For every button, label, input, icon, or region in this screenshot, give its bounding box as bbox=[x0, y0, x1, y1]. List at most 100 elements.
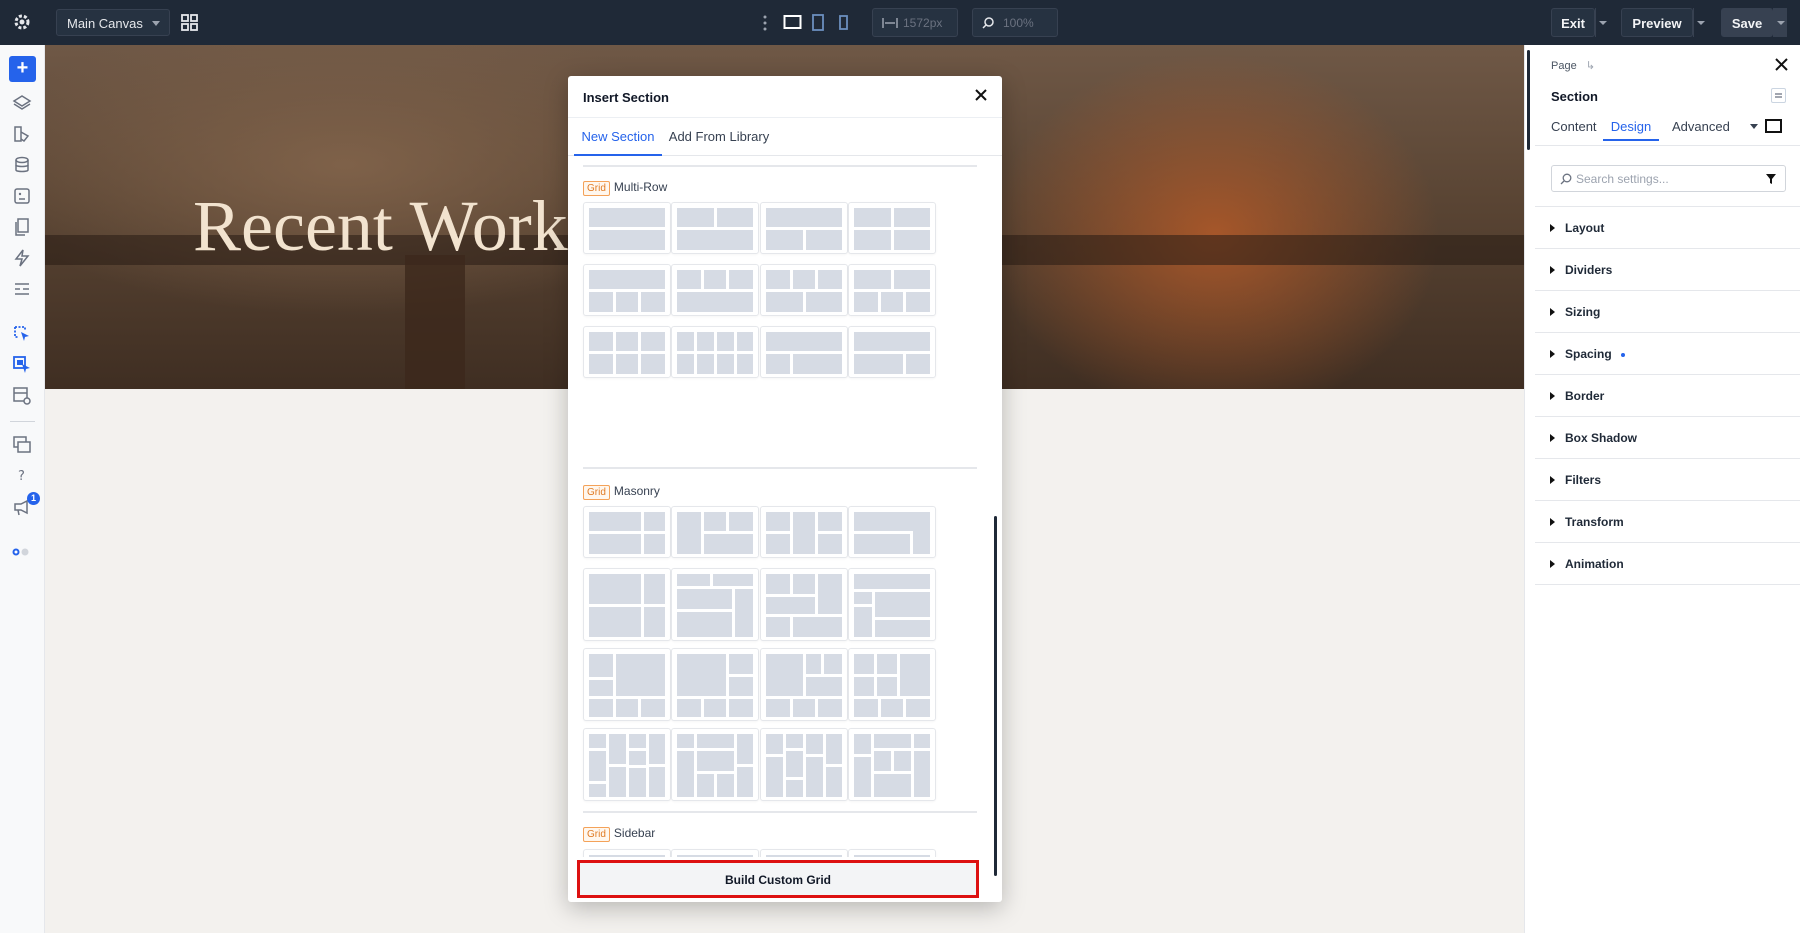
sidebar-layout-option[interactable] bbox=[583, 849, 671, 857]
settings-group-sizing[interactable]: Sizing bbox=[1535, 291, 1800, 333]
tab-content[interactable]: Content bbox=[1551, 111, 1597, 141]
presets-icon[interactable] bbox=[12, 124, 32, 144]
breadcrumb[interactable]: Page ↳ bbox=[1551, 59, 1595, 72]
database-icon[interactable] bbox=[12, 155, 32, 175]
masonry-layout-option[interactable] bbox=[760, 728, 848, 801]
multi-row-layout-option[interactable] bbox=[671, 326, 759, 378]
masonry-layout-option[interactable] bbox=[848, 648, 936, 721]
settings-group-label: Transform bbox=[1565, 515, 1624, 529]
desktop-view-icon[interactable] bbox=[783, 13, 802, 32]
settings-group-transform[interactable]: Transform bbox=[1535, 501, 1800, 543]
more-options-icon[interactable] bbox=[762, 14, 768, 32]
breakpoint-desktop-icon[interactable] bbox=[1765, 119, 1782, 133]
multi-row-layout-option[interactable] bbox=[583, 202, 671, 254]
help-icon[interactable]: ? bbox=[12, 465, 32, 485]
settings-group-border[interactable]: Border bbox=[1535, 375, 1800, 417]
top-toolbar: Main Canvas 1572px 100% Exit Preview Sav… bbox=[0, 0, 1800, 45]
preview-button[interactable]: Preview bbox=[1621, 8, 1693, 37]
masonry-layout-option[interactable] bbox=[671, 568, 759, 641]
exit-button[interactable]: Exit bbox=[1551, 8, 1595, 37]
hero-title[interactable]: Recent Work bbox=[193, 185, 568, 268]
close-panel-icon[interactable] bbox=[1775, 58, 1788, 71]
grid-tag: Grid bbox=[583, 181, 610, 196]
sidebar-layout-option[interactable] bbox=[760, 849, 848, 857]
multi-row-layout-option[interactable] bbox=[848, 326, 936, 378]
layout-thumbnail-icon bbox=[766, 332, 842, 374]
masonry-layout-option[interactable] bbox=[583, 648, 671, 721]
multi-row-layout-option[interactable] bbox=[848, 264, 936, 316]
settings-group-spacing[interactable]: Spacing bbox=[1535, 333, 1800, 375]
tab-design[interactable]: Design bbox=[1603, 111, 1659, 141]
tablet-view-icon[interactable] bbox=[811, 13, 825, 32]
filter-icon[interactable] bbox=[1765, 173, 1777, 185]
preview-dropdown-icon[interactable] bbox=[1693, 8, 1707, 37]
canvas-select[interactable]: Main Canvas bbox=[56, 9, 170, 36]
interactions-bolt-icon[interactable] bbox=[12, 248, 32, 268]
multi-row-layout-option[interactable] bbox=[760, 326, 848, 378]
layout-thumbnail-icon bbox=[854, 332, 930, 374]
layout-thumbnail-icon bbox=[766, 208, 842, 250]
layout-thumbnail-icon bbox=[589, 270, 665, 312]
layers-icon[interactable] bbox=[12, 93, 32, 113]
sidebar-layout-option[interactable] bbox=[848, 849, 936, 857]
masonry-layout-option[interactable] bbox=[760, 506, 848, 558]
settings-group-layout[interactable]: Layout bbox=[1535, 207, 1800, 249]
masonry-layout-option[interactable] bbox=[583, 728, 671, 801]
zoom-search-icon bbox=[982, 17, 994, 29]
zoom-field[interactable]: 100% bbox=[972, 8, 1058, 37]
template-settings-icon[interactable] bbox=[12, 386, 32, 406]
build-custom-grid-button[interactable]: Build Custom Grid bbox=[577, 860, 979, 898]
add-element-button[interactable]: + bbox=[9, 56, 36, 82]
search-settings-input[interactable]: Search settings... bbox=[1551, 165, 1786, 192]
masonry-layout-option[interactable] bbox=[583, 568, 671, 641]
grid-view-icon[interactable] bbox=[181, 14, 198, 31]
masonry-layout-option[interactable] bbox=[760, 648, 848, 721]
select-element-icon[interactable] bbox=[12, 324, 32, 344]
masonry-layout-option[interactable] bbox=[760, 568, 848, 641]
panel-resize-handle[interactable] bbox=[1527, 50, 1530, 150]
windows-icon[interactable] bbox=[12, 435, 32, 455]
tab-new-section[interactable]: New Section bbox=[574, 118, 662, 156]
breadcrumb-page[interactable]: Page bbox=[1551, 60, 1577, 72]
layout-thumbnail-icon bbox=[854, 270, 930, 312]
multi-row-layout-option[interactable] bbox=[583, 326, 671, 378]
sidebar-layout-option[interactable] bbox=[671, 849, 759, 857]
element-options-icon[interactable] bbox=[1771, 88, 1786, 103]
settings-gear-icon[interactable] bbox=[12, 12, 32, 32]
multi-select-icon[interactable] bbox=[12, 355, 32, 375]
tab-advanced[interactable]: Advanced bbox=[1672, 111, 1730, 141]
settings-group-animation[interactable]: Animation bbox=[1535, 543, 1800, 585]
chevron-down-icon[interactable] bbox=[1750, 124, 1758, 129]
pages-icon[interactable] bbox=[12, 217, 32, 237]
mode-toggle-icon[interactable] bbox=[12, 542, 32, 562]
multi-row-layout-option[interactable] bbox=[760, 202, 848, 254]
multi-row-layout-option[interactable] bbox=[760, 264, 848, 316]
multi-row-layout-option[interactable] bbox=[848, 202, 936, 254]
tab-add-from-library[interactable]: Add From Library bbox=[668, 118, 770, 156]
settings-group-box-shadow[interactable]: Box Shadow bbox=[1535, 417, 1800, 459]
settings-group-dividers[interactable]: Dividers bbox=[1535, 249, 1800, 291]
multi-row-layout-option[interactable] bbox=[671, 264, 759, 316]
multi-row-layout-option[interactable] bbox=[583, 264, 671, 316]
save-dropdown-icon[interactable] bbox=[1773, 8, 1787, 37]
phone-view-icon[interactable] bbox=[838, 13, 849, 32]
layout-list[interactable]: Grid Multi-Row Grid Masonry Grid Sidebar bbox=[568, 157, 1002, 857]
grid-tag: Grid bbox=[583, 485, 610, 500]
variables-icon[interactable] bbox=[12, 186, 32, 206]
save-button[interactable]: Save bbox=[1721, 8, 1773, 37]
masonry-layout-option[interactable] bbox=[671, 728, 759, 801]
masonry-layout-option[interactable] bbox=[671, 506, 759, 558]
masonry-layout-option[interactable] bbox=[848, 506, 936, 558]
settings-group-filters[interactable]: Filters bbox=[1535, 459, 1800, 501]
canvas-width-field[interactable]: 1572px bbox=[872, 8, 958, 37]
masonry-layout-option[interactable] bbox=[583, 506, 671, 558]
exit-dropdown-icon[interactable] bbox=[1595, 8, 1609, 37]
multi-row-layout-option[interactable] bbox=[671, 202, 759, 254]
form-icon[interactable] bbox=[12, 279, 32, 299]
masonry-layout-option[interactable] bbox=[848, 568, 936, 641]
close-icon[interactable] bbox=[974, 88, 988, 102]
section-divider bbox=[583, 467, 977, 469]
masonry-layout-option[interactable] bbox=[671, 648, 759, 721]
modal-scrollbar[interactable] bbox=[994, 516, 997, 876]
masonry-layout-option[interactable] bbox=[848, 728, 936, 801]
